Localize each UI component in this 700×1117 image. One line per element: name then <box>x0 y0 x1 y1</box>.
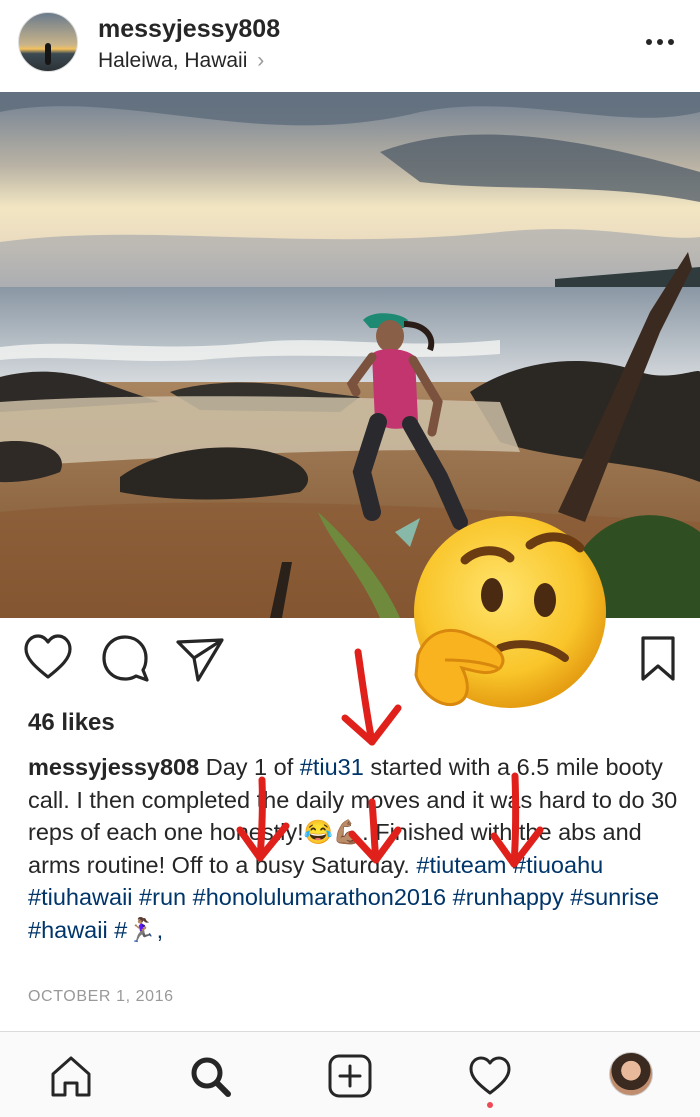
hashtag[interactable]: #sunrise <box>570 884 659 910</box>
beach-running-photo <box>0 92 700 618</box>
hashtag[interactable]: #tiuoahu <box>513 852 603 878</box>
add-post-icon[interactable] <box>327 1053 373 1099</box>
more-options-icon[interactable] <box>640 28 680 56</box>
bookmark-icon[interactable] <box>630 630 686 686</box>
post-header: messyjessy808 Haleiwa, Hawaii › <box>0 0 700 92</box>
share-icon[interactable] <box>172 630 228 686</box>
post-date: OCTOBER 1, 2016 <box>28 988 174 1005</box>
location-label: Haleiwa, Hawaii <box>98 49 248 72</box>
hashtag[interactable]: #tiuteam <box>416 852 506 878</box>
hashtag[interactable]: #runhappy <box>453 884 564 910</box>
comment-icon[interactable] <box>97 630 153 686</box>
hashtag[interactable]: #🏃🏽‍♀️, <box>114 917 163 943</box>
user-avatar[interactable] <box>18 12 78 72</box>
hashtag[interactable]: #run <box>139 884 186 910</box>
search-icon[interactable] <box>187 1053 233 1099</box>
like-count[interactable]: 46 likes <box>28 709 115 737</box>
post-caption: messyjessy808 Day 1 of #tiu31 started wi… <box>28 751 678 946</box>
post-location[interactable]: Haleiwa, Hawaii › <box>98 49 264 73</box>
heart-icon[interactable] <box>20 630 76 686</box>
hashtag[interactable]: #tiu31 <box>300 754 364 780</box>
hashtag[interactable]: #honolulumarathon2016 <box>193 884 447 910</box>
profile-avatar[interactable] <box>609 1052 653 1096</box>
caption-text: Day 1 of <box>199 754 300 780</box>
post-photo[interactable] <box>0 92 700 618</box>
activity-heart-icon[interactable] <box>467 1053 513 1099</box>
hashtag[interactable]: #hawaii <box>28 917 108 943</box>
hashtag[interactable]: #tiuhawaii <box>28 884 133 910</box>
notification-dot <box>487 1102 493 1108</box>
post-username[interactable]: messyjessy808 <box>98 15 280 44</box>
action-bar <box>0 630 700 690</box>
chevron-right-icon: › <box>257 49 265 72</box>
caption-username[interactable]: messyjessy808 <box>28 754 199 780</box>
home-icon[interactable] <box>48 1053 94 1099</box>
